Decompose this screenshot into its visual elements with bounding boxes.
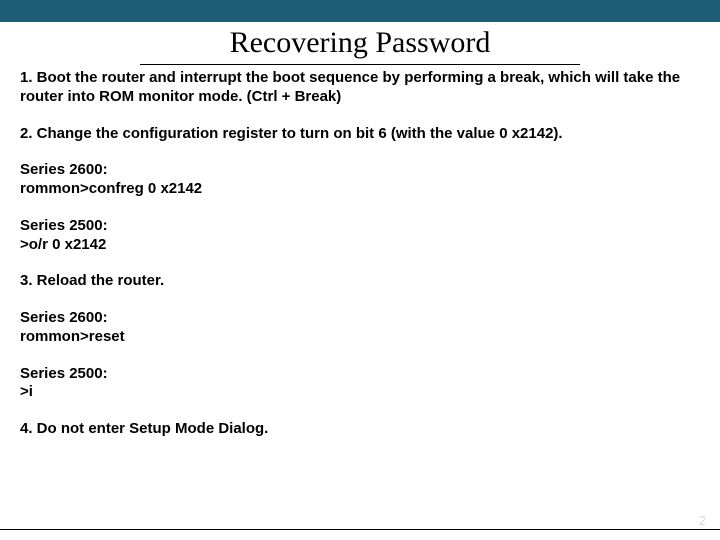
step-2-text: 2. Change the configuration register to …	[20, 125, 563, 142]
step-1-text: 1. Boot the router and interrupt the boo…	[20, 69, 680, 105]
step-4: 4. Do not enter Setup Mode Dialog.	[20, 420, 700, 439]
step-2: 2. Change the configuration register to …	[20, 125, 700, 144]
series-2500-i-cmd: >i	[20, 383, 33, 400]
series-2600-confreg-cmd: rommon>confreg 0 x2142	[20, 180, 202, 197]
series-2600-reset: Series 2600: rommon>reset	[20, 309, 700, 347]
step-3: 3. Reload the router.	[20, 272, 700, 291]
series-2500-i: Series 2500: >i	[20, 365, 700, 403]
series-2500-or-cmd: >o/r 0 x2142	[20, 236, 106, 253]
series-2600-label-2: Series 2600:	[20, 309, 108, 326]
step-1: 1. Boot the router and interrupt the boo…	[20, 69, 700, 107]
series-2600-label: Series 2600:	[20, 161, 108, 178]
series-2600-confreg: Series 2600: rommon>confreg 0 x2142	[20, 161, 700, 199]
step-1-key: (Ctrl + Break)	[247, 88, 342, 105]
slide-content: 1. Boot the router and interrupt the boo…	[0, 67, 720, 439]
page-number: 2	[699, 513, 706, 528]
step-3-text: 3. Reload the router.	[20, 272, 164, 289]
series-2500-label: Series 2500:	[20, 217, 108, 234]
slide: Recovering Password 1. Boot the router a…	[0, 0, 720, 540]
top-bar	[0, 0, 720, 22]
bottom-divider	[0, 529, 720, 530]
slide-title: Recovering Password	[140, 26, 580, 65]
series-2600-reset-cmd: rommon>reset	[20, 328, 125, 345]
series-2500-or: Series 2500: >o/r 0 x2142	[20, 217, 700, 255]
series-2500-label-2: Series 2500:	[20, 365, 108, 382]
step-4-text: 4. Do not enter Setup Mode Dialog.	[20, 420, 268, 437]
